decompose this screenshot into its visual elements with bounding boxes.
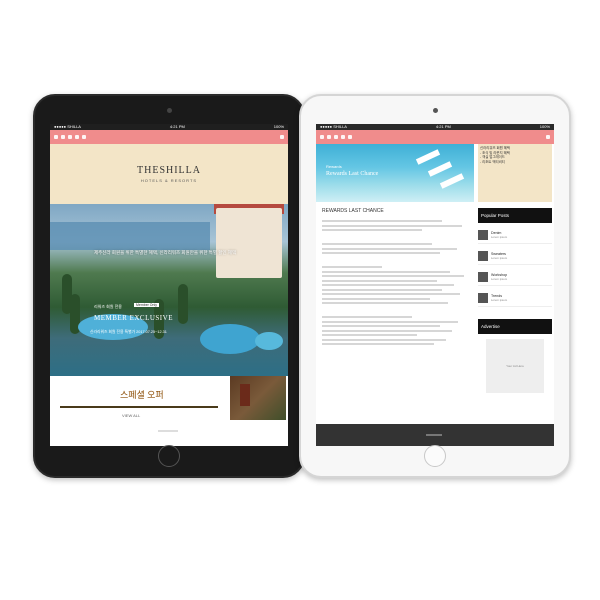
- close-icon[interactable]: [280, 135, 284, 139]
- popular-post-item[interactable]: Sweaters Lorem ipsum: [478, 247, 552, 265]
- bottom-bar: [316, 424, 554, 446]
- popular-post-item[interactable]: Denim Lorem ipsum: [478, 226, 552, 244]
- view-all-link[interactable]: VIEW ALL: [122, 413, 140, 418]
- post-thumbnail: [478, 271, 488, 282]
- close-icon[interactable]: [546, 135, 550, 139]
- calendar-icon[interactable]: [68, 135, 72, 139]
- home-button[interactable]: [158, 445, 180, 467]
- post-thumbnail: [478, 292, 488, 303]
- sidebar: Popular Posts Denim Lorem ipsum Sweaters…: [478, 208, 552, 393]
- brand-logo[interactable]: THESHILLA: [137, 165, 201, 176]
- battery-label: 100%: [273, 124, 284, 129]
- popular-post-item[interactable]: Trends Lorem ipsum: [478, 289, 552, 307]
- post-meta: Lorem ipsum: [491, 276, 508, 281]
- camera-icon: [166, 108, 172, 113]
- black-tablet: ●●●●● SHILLA 4:21 PM 100% THESHILLA HOTE…: [33, 94, 305, 478]
- globe-icon[interactable]: [348, 135, 352, 139]
- divider: [60, 406, 218, 408]
- home-button[interactable]: [424, 445, 446, 467]
- hero-subtitle: 신라리워즈 회원 전용 특별가 2017.07.25~12.31: [90, 330, 167, 334]
- section-title: 스페셜 오퍼: [120, 390, 164, 400]
- globe-icon[interactable]: [82, 135, 86, 139]
- hero-caption: 제주신라 회원을 위한 특별한 혜택, 신라리워즈 회원만을 위한 특별 할인 …: [94, 250, 237, 255]
- white-tablet-screen: ●●●●● SHILLA 4:21 PM 100% Rewards Reward…: [316, 124, 554, 446]
- hero-badge: Member Only: [134, 303, 160, 307]
- brand-subtitle: HOTELS & RESORTS: [140, 178, 198, 183]
- time-label: 4:21 PM: [435, 124, 451, 129]
- top-navbar: [50, 130, 288, 144]
- battery-label: 100%: [539, 124, 550, 129]
- hero-label: Rewards: [326, 164, 342, 169]
- ad-placeholder[interactable]: Your Ad Here: [486, 339, 544, 393]
- post-thumbnail: [478, 250, 488, 261]
- top-navbar: [316, 130, 554, 144]
- calendar-icon[interactable]: [334, 135, 338, 139]
- menu-icon[interactable]: [54, 135, 58, 139]
- post-meta: Lorem ipsum: [491, 297, 508, 302]
- time-label: 4:21 PM: [169, 124, 185, 129]
- post-meta: Lorem ipsum: [491, 255, 508, 260]
- advertise-heading: Advertise: [478, 319, 552, 334]
- benefit-line: - 리조트 액티비티: [480, 159, 505, 164]
- post-meta: Lorem ipsum: [491, 234, 508, 239]
- carrier-label: ●●●●● SHILLA: [54, 124, 81, 129]
- search-icon[interactable]: [61, 135, 65, 139]
- hero-title: MEMBER EXCLUSIVE: [94, 314, 173, 322]
- carrier-label: ●●●●● SHILLA: [320, 124, 347, 129]
- hero-tag: 리워즈 회원 전용: [94, 304, 122, 309]
- pool-hero-image[interactable]: Rewards Rewards Last Chance: [316, 144, 474, 202]
- white-tablet: ●●●●● SHILLA 4:21 PM 100% Rewards Reward…: [299, 94, 571, 478]
- black-tablet-screen: ●●●●● SHILLA 4:21 PM 100% THESHILLA HOTE…: [50, 124, 288, 446]
- popular-posts-heading: Popular Posts: [478, 208, 552, 223]
- search-icon[interactable]: [327, 135, 331, 139]
- hero-title: Rewards Last Chance: [326, 171, 379, 177]
- popular-post-item[interactable]: Workshop Lorem ipsum: [478, 268, 552, 286]
- offer-thumbnail[interactable]: [230, 376, 286, 420]
- user-icon[interactable]: [341, 135, 345, 139]
- camera-icon: [432, 108, 438, 113]
- article-body: REWARDS LAST CHANCE: [322, 208, 474, 348]
- special-offer-section: 스페셜 오퍼 VIEW ALL: [50, 376, 288, 436]
- hero-banner[interactable]: 제주신라 회원을 위한 특별한 혜택, 신라리워즈 회원만을 위한 특별 할인 …: [50, 204, 288, 376]
- post-thumbnail: [478, 229, 488, 240]
- brand-header: THESHILLA HOTELS & RESORTS: [50, 144, 288, 204]
- benefits-box: 신라리워즈 회원 혜택 - 조식 및 라운지 혜택 - 객실 업그레이드 - 리…: [478, 144, 552, 202]
- user-icon[interactable]: [75, 135, 79, 139]
- hotel-building-image: [216, 208, 282, 278]
- menu-icon[interactable]: [320, 135, 324, 139]
- article-title: REWARDS LAST CHANCE: [322, 208, 384, 214]
- page-indicator: [158, 430, 178, 432]
